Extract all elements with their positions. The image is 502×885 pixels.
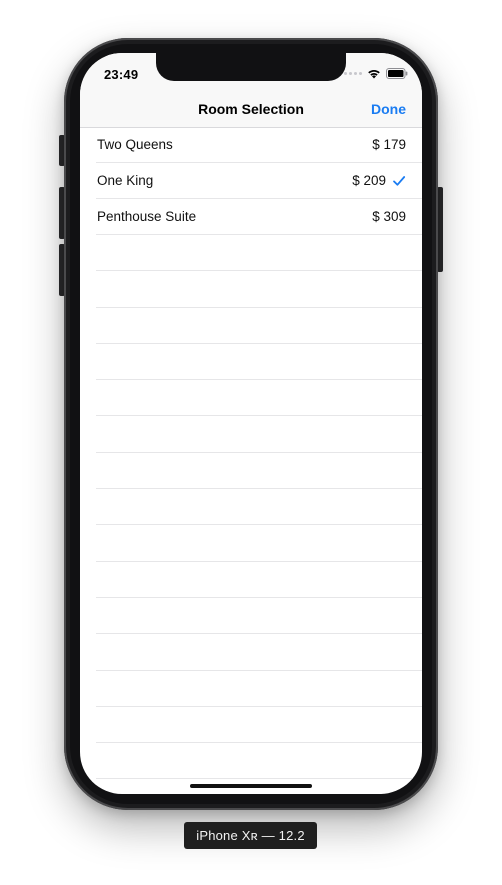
empty-row: [96, 671, 422, 707]
notch: [156, 53, 346, 81]
empty-row: [96, 416, 422, 453]
done-button[interactable]: Done: [371, 101, 406, 117]
empty-row: [96, 235, 422, 272]
wifi-icon: [368, 69, 380, 79]
empty-row: [96, 453, 422, 490]
room-row-one-king[interactable]: One King $ 209: [96, 163, 422, 199]
room-row-two-queens[interactable]: Two Queens $ 179: [96, 127, 422, 163]
room-name: One King: [97, 173, 154, 188]
room-name: Two Queens: [97, 137, 173, 152]
navigation-bar: Room Selection Done: [80, 97, 422, 128]
empty-row: [96, 380, 422, 417]
simulator-stage: 23:49 Room Selection Done Two Queens $ 1…: [0, 0, 502, 885]
empty-row: [96, 344, 422, 381]
room-row-penthouse-suite[interactable]: Penthouse Suite $ 309: [96, 199, 422, 235]
room-price: $ 179: [372, 137, 406, 152]
room-price: $ 209: [352, 173, 386, 188]
home-indicator[interactable]: [190, 784, 312, 788]
empty-row: [96, 489, 422, 526]
status-time: 23:49: [104, 67, 139, 82]
empty-row: [96, 308, 422, 344]
room-price: $ 309: [372, 209, 406, 224]
device-label: iPhone Xʀ — 12.2: [184, 822, 317, 849]
empty-row: [96, 634, 422, 671]
room-table: Two Queens $ 179 One King $ 209 Penthous…: [80, 127, 422, 780]
room-name: Penthouse Suite: [97, 209, 197, 224]
phone-screen: 23:49 Room Selection Done Two Queens $ 1…: [80, 53, 422, 794]
empty-row: [96, 707, 422, 744]
empty-row: [96, 598, 422, 635]
empty-row: [96, 525, 422, 562]
empty-row: [96, 562, 422, 598]
empty-row: [96, 271, 422, 308]
status-icons: [344, 68, 408, 79]
signal-icon: [344, 72, 362, 75]
battery-icon: [386, 68, 408, 79]
checkmark-icon: [393, 176, 406, 186]
empty-row: [96, 743, 422, 780]
